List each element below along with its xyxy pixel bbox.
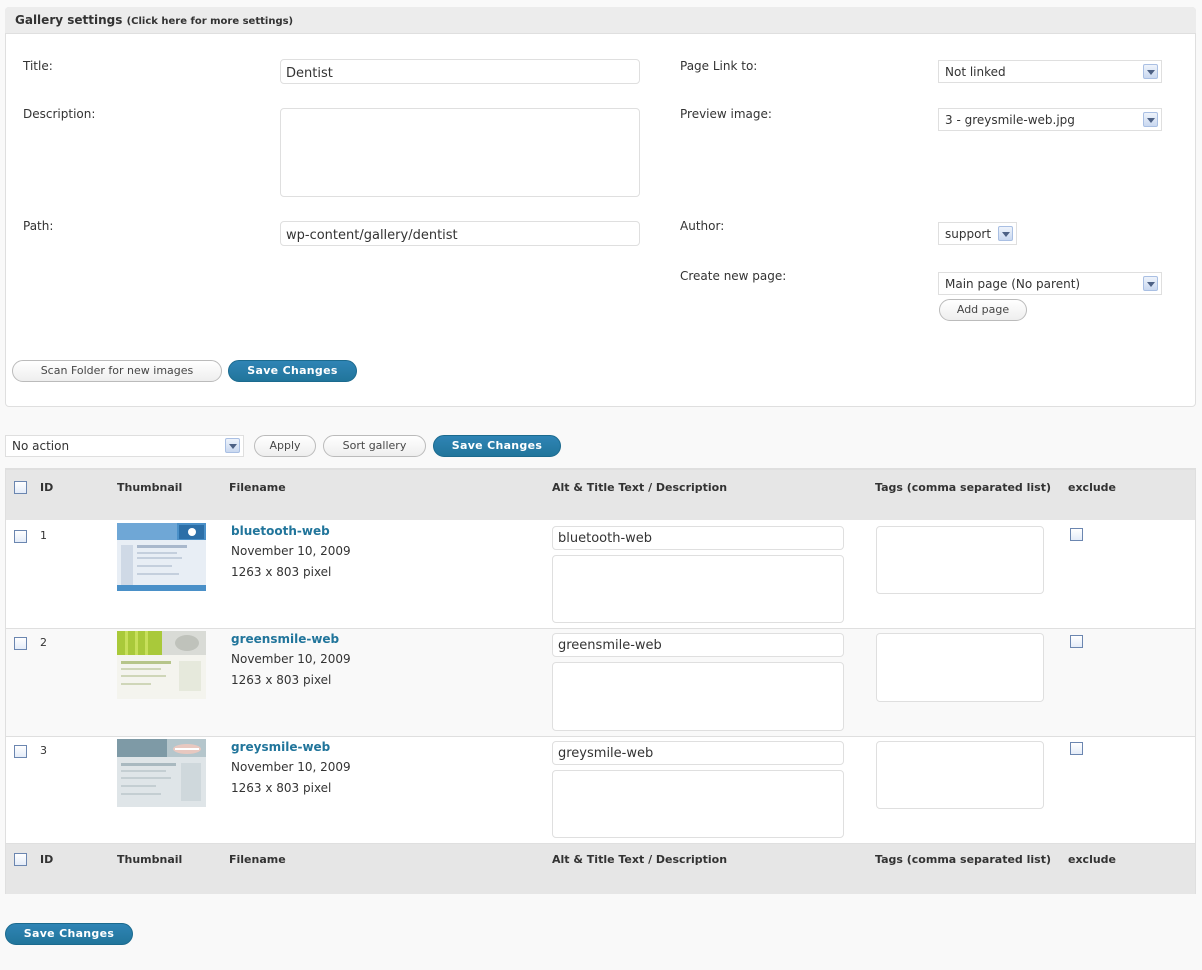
description-textarea[interactable] (552, 662, 844, 731)
apply-button[interactable]: Apply (254, 435, 316, 457)
table-footer-header (6, 843, 1195, 894)
description-textarea[interactable] (552, 555, 844, 623)
column-header-exclude[interactable]: exclude (1068, 481, 1116, 495)
filename-link[interactable]: bluetooth-web (231, 524, 330, 538)
image-date: November 10, 2009 (231, 760, 351, 774)
column-footer-tags: Tags (comma separated list) (875, 853, 1051, 866)
gallery-settings-title: Gallery settings (15, 13, 123, 27)
image-date: November 10, 2009 (231, 544, 351, 558)
title-input[interactable]: Dentist (280, 59, 640, 84)
thumbnail-image[interactable] (117, 523, 206, 591)
preview-image-label: Preview image: (680, 107, 772, 121)
gallery-settings-header[interactable]: Gallery settings (Click here for more se… (5, 7, 1196, 34)
description-label: Description: (23, 107, 96, 121)
table-header (6, 469, 1195, 521)
footer-save-button[interactable]: Save Changes (5, 923, 133, 945)
exclude-checkbox[interactable] (1070, 742, 1083, 755)
filename-link[interactable]: greysmile-web (231, 740, 330, 754)
preview-image-value: 3 - greysmile-web.jpg (945, 113, 1075, 127)
column-footer-filename[interactable]: Filename (229, 853, 286, 867)
column-header-filename[interactable]: Filename (229, 481, 286, 495)
thumbnail-image[interactable] (117, 631, 206, 699)
chevron-down-icon[interactable] (1143, 64, 1158, 79)
bulk-action-value: No action (12, 439, 70, 453)
thumbnail-image[interactable] (117, 739, 206, 807)
image-size: 1263 x 803 pixel (231, 673, 332, 687)
author-select[interactable]: support (938, 222, 1017, 245)
page-link-label: Page Link to: (680, 59, 758, 73)
preview-image-select[interactable]: 3 - greysmile-web.jpg (938, 108, 1162, 131)
create-page-select[interactable]: Main page (No parent) (938, 272, 1162, 295)
column-footer-exclude[interactable]: exclude (1068, 853, 1116, 867)
author-value: support (945, 227, 992, 241)
column-footer-id[interactable]: ID (40, 853, 53, 867)
toolbar-save-button[interactable]: Save Changes (433, 435, 561, 457)
column-header-thumbnail: Thumbnail (117, 481, 183, 494)
tags-textarea[interactable] (876, 633, 1044, 702)
alt-text-input[interactable]: bluetooth-web (552, 526, 844, 550)
image-size: 1263 x 803 pixel (231, 781, 332, 795)
row-checkbox[interactable] (14, 530, 27, 543)
row-id: 3 (40, 744, 47, 757)
row-id: 1 (40, 529, 47, 542)
chevron-down-icon[interactable] (1143, 276, 1158, 291)
filename-link[interactable]: greensmile-web (231, 632, 339, 646)
tags-textarea[interactable] (876, 526, 1044, 594)
author-label: Author: (680, 219, 725, 233)
path-input[interactable]: wp-content/gallery/dentist (280, 221, 640, 246)
exclude-checkbox[interactable] (1070, 528, 1083, 541)
column-footer-thumbnail: Thumbnail (117, 853, 183, 866)
column-header-tags: Tags (comma separated list) (875, 481, 1051, 494)
column-footer-alt[interactable]: Alt & Title Text / Description (552, 853, 727, 867)
row-checkbox[interactable] (14, 637, 27, 650)
row-id: 2 (40, 636, 47, 649)
create-page-label: Create new page: (680, 269, 787, 283)
exclude-checkbox[interactable] (1070, 635, 1083, 648)
tags-textarea[interactable] (876, 741, 1044, 809)
page-link-select[interactable]: Not linked (938, 60, 1162, 83)
column-header-id[interactable]: ID (40, 481, 53, 495)
create-page-value: Main page (No parent) (945, 277, 1081, 291)
chevron-down-icon[interactable] (1143, 112, 1158, 127)
scan-folder-button[interactable]: Scan Folder for new images (12, 360, 222, 382)
path-label: Path: (23, 219, 54, 233)
alt-text-input[interactable]: greysmile-web (552, 741, 844, 765)
add-page-button[interactable]: Add page (939, 299, 1027, 321)
image-date: November 10, 2009 (231, 652, 351, 666)
more-settings-link[interactable]: (Click here for more settings) (127, 16, 294, 27)
image-size: 1263 x 803 pixel (231, 565, 332, 579)
row-checkbox[interactable] (14, 745, 27, 758)
description-textarea[interactable] (280, 108, 640, 197)
settings-save-button[interactable]: Save Changes (228, 360, 357, 382)
select-all-checkbox[interactable] (14, 481, 27, 494)
description-textarea[interactable] (552, 770, 844, 838)
title-label: Title: (23, 59, 53, 73)
chevron-down-icon[interactable] (225, 438, 240, 453)
bulk-action-select[interactable]: No action (5, 435, 244, 457)
select-all-checkbox-footer[interactable] (14, 853, 27, 866)
sort-gallery-button[interactable]: Sort gallery (323, 435, 426, 457)
column-header-alt[interactable]: Alt & Title Text / Description (552, 481, 727, 495)
alt-text-input[interactable]: greensmile-web (552, 633, 844, 657)
chevron-down-icon[interactable] (998, 226, 1013, 241)
page-link-value: Not linked (945, 65, 1006, 79)
